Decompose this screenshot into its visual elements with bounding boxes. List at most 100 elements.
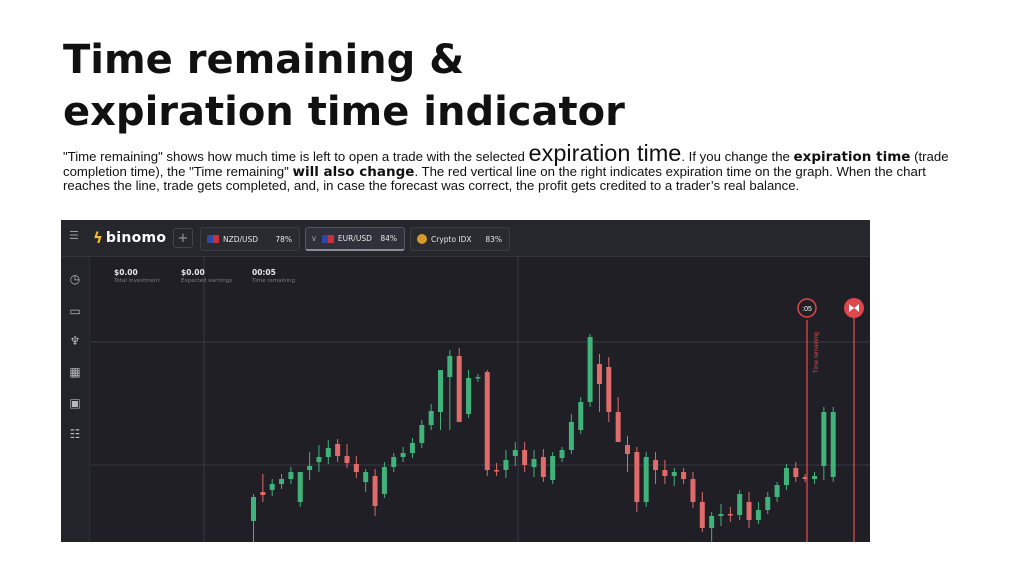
nzd-usd-flag-icon [207, 235, 219, 243]
clock-icon[interactable]: ◷ [68, 272, 82, 286]
candle-body [475, 377, 481, 379]
calendar-icon[interactable]: ▦ [68, 365, 82, 379]
stat-expected-earnings: $0.00 Expected earnings [181, 268, 232, 290]
stat-value: $0.00 [181, 268, 205, 277]
candle-body [718, 514, 724, 516]
candle-body [428, 411, 434, 425]
time-remaining-marker-label: :05 [802, 306, 812, 313]
candle-body [727, 514, 733, 516]
candle-body [774, 485, 780, 497]
candle-body [381, 467, 387, 494]
candle-body [419, 425, 425, 443]
candle-body [737, 494, 743, 515]
candle-body [746, 502, 752, 520]
candle-body [634, 452, 640, 502]
desc-text-2: . If you change the [681, 149, 794, 164]
candle-body [699, 502, 705, 528]
candle-body [279, 479, 285, 484]
tab-payout: 78% [275, 234, 292, 244]
crypto-coin-icon [417, 234, 427, 244]
candle-body [578, 402, 584, 430]
stat-value: $0.00 [114, 268, 138, 277]
tab-payout: 84% [380, 234, 397, 243]
hamburger-menu-icon[interactable]: ☰ [69, 230, 79, 241]
desc-text-1: "Time remaining" shows how much time is … [63, 149, 529, 164]
candle-body [512, 450, 518, 456]
candle-body [456, 356, 462, 422]
candle-body [307, 466, 313, 470]
candle-body [812, 476, 817, 479]
candle-body [531, 459, 537, 467]
stat-time-remaining: 00:05 Time remaining [252, 268, 295, 290]
candle-body [643, 457, 649, 502]
tab-crypto-idx[interactable]: Crypto IDX 83% [410, 227, 510, 251]
stat-label: Time remaining [252, 278, 295, 284]
tab-eur-usd[interactable]: ∨ EUR/USD 84% [305, 227, 405, 251]
candle-body [251, 497, 256, 521]
candle-body [690, 479, 696, 502]
trophy-icon[interactable]: ♆ [68, 334, 82, 348]
binomo-logo[interactable]: ϟ binomo [93, 229, 166, 247]
tab-name: NZD/USD [223, 234, 259, 244]
logo-text: binomo [105, 230, 167, 246]
candle-body [260, 492, 266, 495]
description-paragraph: "Time remaining" shows how much time is … [63, 141, 963, 194]
candle-body [409, 443, 415, 453]
candle-body [550, 456, 556, 480]
candle-body [755, 510, 761, 520]
candle-body [288, 472, 294, 479]
app-sidebar: ◷ ▭ ♆ ▦ ▣ ☷ [61, 257, 90, 542]
app-topbar: ☰ ϟ binomo + NZD/USD 78% ∨ EUR/USD 84% C… [61, 220, 870, 257]
candle-body [522, 450, 528, 465]
candle-body [335, 444, 341, 456]
settings-sliders-icon[interactable]: ☷ [68, 427, 82, 441]
candle-body [391, 457, 397, 467]
candle-body [568, 422, 574, 450]
title-line-2: expiration time indicator [63, 89, 625, 135]
candle-body [466, 378, 472, 414]
candle-body [625, 445, 630, 454]
tab-payout: 83% [485, 234, 502, 244]
candle-body [615, 412, 621, 442]
candle-body [503, 460, 509, 470]
trading-app-screenshot: :05 Time remaining ☰ ϟ binomo + NZD/USD 7… [61, 220, 870, 542]
candle-body [830, 412, 836, 477]
chevron-down-icon[interactable]: ∨ [311, 234, 317, 243]
stat-label: Total investment [114, 278, 160, 284]
time-remaining-vertical-label: Time remaining [814, 332, 820, 373]
add-asset-button[interactable]: + [173, 228, 193, 248]
candle-body [662, 470, 668, 476]
candle-body [353, 464, 359, 472]
candle-body [363, 472, 369, 482]
tab-name: Crypto IDX [431, 234, 472, 244]
candle-body [671, 472, 677, 476]
candle-body [372, 476, 378, 506]
candle-body [325, 448, 331, 457]
candle-body [821, 412, 827, 466]
candle-body [484, 372, 490, 470]
tab-name: EUR/USD [337, 234, 372, 243]
candle-body [653, 460, 659, 470]
chart-icon[interactable]: ▭ [68, 304, 82, 318]
candle-body [681, 472, 687, 479]
candle-body [344, 456, 350, 463]
stat-total-investment: $0.00 Total investment [114, 268, 160, 290]
stat-value: 00:05 [252, 268, 276, 277]
candle-body [765, 497, 771, 510]
stat-label: Expected earnings [181, 278, 233, 284]
candle-body [596, 364, 602, 384]
bolt-icon: ϟ [93, 229, 103, 247]
candle-body [400, 453, 406, 457]
slide-title: Time remaining & expiration time indicat… [63, 34, 963, 138]
candle-body [606, 367, 612, 412]
candle-body [540, 457, 546, 477]
eur-usd-flag-icon [321, 234, 334, 243]
gift-icon[interactable]: ▣ [68, 396, 82, 410]
candle-body [709, 516, 715, 528]
candle-body [447, 356, 453, 377]
candle-body [587, 337, 593, 402]
candle-body [316, 457, 322, 462]
candle-body [269, 484, 275, 490]
candle-body [783, 468, 789, 485]
tab-nzd-usd[interactable]: NZD/USD 78% [200, 227, 300, 251]
